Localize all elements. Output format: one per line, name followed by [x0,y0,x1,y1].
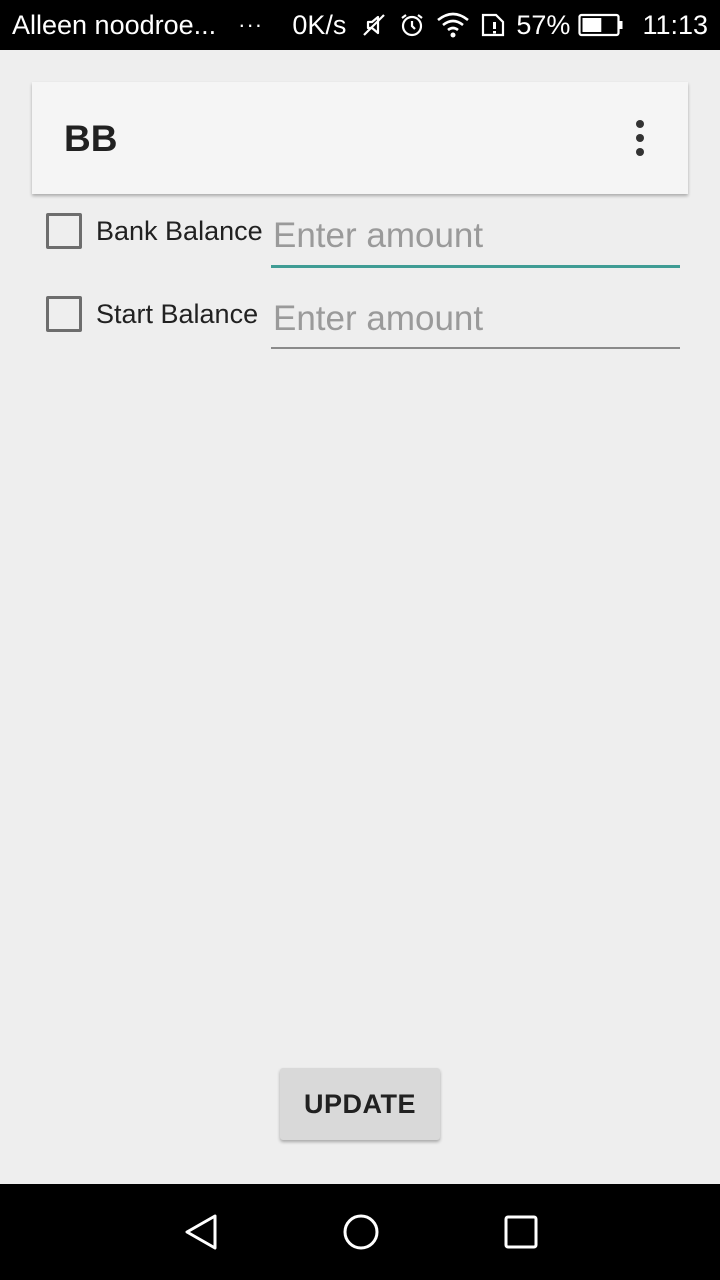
home-icon[interactable] [341,1212,381,1252]
sim-icon [480,0,506,50]
start-balance-underline [271,347,680,349]
start-balance-input[interactable] [271,287,680,351]
battery-icon [578,0,624,50]
start-balance-row: Start Balance [46,287,686,357]
bank-balance-checkbox[interactable] [46,213,82,249]
notification-dots: ··· [238,12,264,37]
mute-icon [360,0,388,50]
status-bar: Alleen noodroe... ··· 0K/s 57% 11:13 [0,0,720,50]
carrier-text: Alleen noodroe... [12,9,217,40]
app-bar: BB [32,82,688,194]
dot [636,134,644,142]
dot [636,120,644,128]
navigation-bar [0,1184,720,1280]
clock-time: 11:13 [642,9,708,40]
update-button[interactable]: UPDATE [280,1068,440,1140]
start-balance-checkbox[interactable] [46,296,82,332]
network-speed: 0K/s [292,9,347,40]
app-title: BB [64,118,118,159]
wifi-icon [436,0,470,50]
start-balance-label: Start Balance [96,299,259,329]
battery-percent: 57% [516,9,571,40]
dot [636,148,644,156]
more-vertical-icon[interactable] [622,118,658,158]
back-icon[interactable] [181,1212,221,1252]
status-bar-right: 0K/s 57% 11:13 [292,0,708,50]
bank-balance-underline [271,265,680,268]
recents-icon[interactable] [501,1212,541,1252]
bank-balance-row: Bank Balance [46,204,686,274]
bank-balance-label: Bank Balance [96,216,263,246]
bank-balance-input[interactable] [271,204,680,268]
screen: Alleen noodroe... ··· 0K/s 57% 11:13 BB … [0,0,720,1280]
alarm-icon [398,0,426,50]
